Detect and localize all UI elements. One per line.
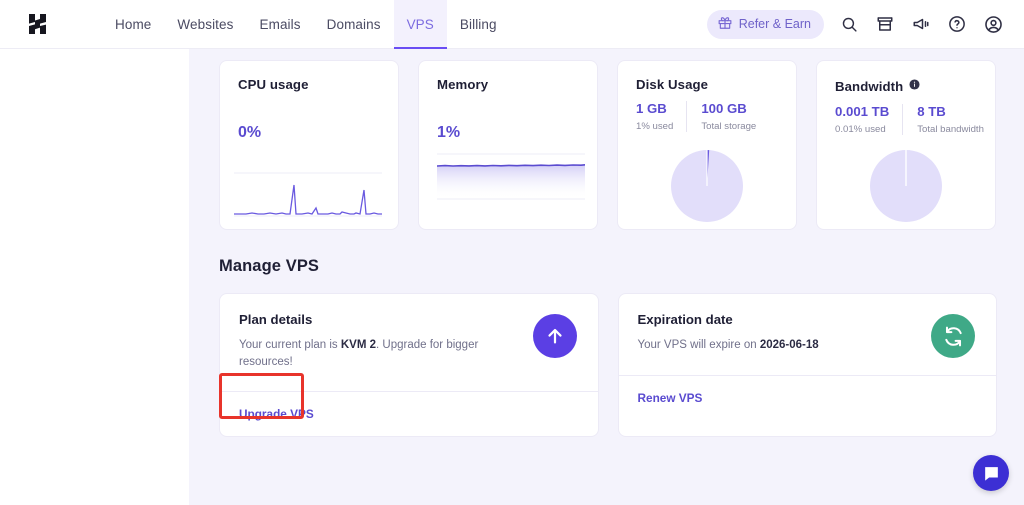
cpu-usage-value: 0% [238, 124, 380, 142]
chat-bubble-glyph [982, 464, 1001, 483]
bandwidth-total-value: 8 TB [917, 104, 984, 119]
bandwidth-chart-wrap [817, 147, 995, 225]
renew-vps-link[interactable]: Renew VPS [638, 391, 703, 405]
cpu-usage-card: CPU usage 0% [219, 60, 399, 230]
bandwidth-used-value: 0.001 TB [835, 104, 889, 119]
disk-usage-stats: 1 GB 1% used 100 GB Total storage [636, 101, 778, 132]
disk-usage-title-row: Disk Usage [636, 77, 778, 92]
upgrade-vps-link[interactable]: Upgrade VPS [239, 407, 314, 421]
memory-card: Memory 1% [418, 60, 598, 230]
disk-used-value: 1 GB [636, 101, 673, 116]
bandwidth-stats: 0.001 TB 0.01% used 8 TB Total bandwidth [835, 104, 977, 135]
expiration-date-description: Your VPS will expire on 2026-06-18 [638, 337, 928, 354]
nav-link-websites-label: Websites [177, 17, 233, 32]
refresh-circle-icon [931, 314, 975, 358]
nav-link-vps[interactable]: VPS [394, 0, 447, 49]
expiration-date-title: Expiration date [638, 312, 978, 327]
memory-area-chart [437, 149, 585, 203]
nav-link-billing[interactable]: Billing [447, 0, 510, 49]
disk-usage-card: Disk Usage 1 GB 1% used 100 GB Total sto… [617, 60, 797, 230]
nav-right-actions: Refer & Earn [707, 10, 1004, 39]
store-icon[interactable] [874, 13, 896, 35]
expiration-desc-prefix: Your VPS will expire on [638, 339, 760, 351]
main-content-area: CPU usage 0% Memory 1% [189, 49, 1024, 505]
help-circle-icon[interactable] [946, 13, 968, 35]
memory-title: Memory [437, 77, 579, 92]
disk-usage-title: Disk Usage [636, 77, 708, 92]
nav-link-home-label: Home [115, 17, 151, 32]
bandwidth-pie-chart [867, 147, 945, 225]
bandwidth-card: Bandwidth 0.001 TB 0.01% used 8 TB Total… [816, 60, 996, 230]
bandwidth-total-stat: 8 TB Total bandwidth [902, 104, 984, 135]
vps-dashboard-page: Home Websites Emails Domains VPS Billing… [0, 0, 1024, 505]
plan-details-body: Plan details Your current plan is KVM 2.… [220, 294, 598, 391]
manage-vps-panels: Plan details Your current plan is KVM 2.… [189, 276, 1024, 437]
bandwidth-used-label: 0.01% used [835, 124, 889, 135]
plan-desc-prefix: Your current plan is [239, 339, 341, 351]
search-icon[interactable] [838, 13, 860, 35]
cpu-usage-sparkline [232, 161, 388, 223]
refer-and-earn-button[interactable]: Refer & Earn [707, 10, 824, 39]
expiration-date-value: 2026-06-18 [760, 339, 819, 351]
disk-total-value: 100 GB [701, 101, 756, 116]
plan-details-panel: Plan details Your current plan is KVM 2.… [219, 293, 599, 437]
account-circle-icon[interactable] [982, 13, 1004, 35]
bandwidth-title-row: Bandwidth [835, 77, 977, 95]
plan-details-title: Plan details [239, 312, 579, 327]
resource-stats-row: CPU usage 0% Memory 1% [189, 49, 1024, 230]
plan-name: KVM 2 [341, 339, 376, 351]
memory-value: 1% [437, 124, 579, 142]
nav-link-billing-label: Billing [460, 17, 497, 32]
manage-vps-section-title: Manage VPS [219, 257, 1024, 276]
plan-details-footer: Upgrade VPS [220, 391, 598, 436]
megaphone-icon[interactable] [910, 13, 932, 35]
chat-bubble-icon[interactable] [973, 455, 1009, 491]
nav-link-domains[interactable]: Domains [314, 0, 394, 49]
arrow-up-circle-icon [533, 314, 577, 358]
nav-link-vps-label: VPS [407, 17, 434, 32]
bandwidth-used-stat: 0.001 TB 0.01% used [835, 104, 902, 135]
disk-usage-chart-wrap [618, 147, 796, 225]
hostinger-h-logo-icon[interactable] [22, 10, 58, 38]
nav-link-domains-label: Domains [327, 17, 381, 32]
info-icon[interactable] [909, 77, 920, 95]
disk-used-label: 1% used [636, 121, 673, 132]
expiration-date-body: Expiration date Your VPS will expire on … [619, 294, 997, 375]
main-nav-links: Home Websites Emails Domains VPS Billing [102, 0, 510, 49]
cpu-usage-title: CPU usage [238, 77, 380, 92]
disk-total-label: Total storage [701, 121, 756, 132]
gift-icon [718, 16, 732, 33]
nav-link-websites[interactable]: Websites [164, 0, 246, 49]
nav-link-home[interactable]: Home [102, 0, 164, 49]
disk-used-stat: 1 GB 1% used [636, 101, 686, 132]
disk-usage-pie-chart [668, 147, 746, 225]
bandwidth-title: Bandwidth [835, 79, 903, 94]
disk-total-stat: 100 GB Total storage [686, 101, 756, 132]
expiration-date-panel: Expiration date Your VPS will expire on … [618, 293, 998, 437]
nav-link-emails[interactable]: Emails [247, 0, 314, 49]
refer-and-earn-label: Refer & Earn [739, 17, 811, 31]
top-navigation-bar: Home Websites Emails Domains VPS Billing… [0, 0, 1024, 49]
expiration-date-footer: Renew VPS [619, 375, 997, 420]
nav-link-emails-label: Emails [260, 17, 301, 32]
bandwidth-total-label: Total bandwidth [917, 124, 984, 135]
plan-details-description: Your current plan is KVM 2. Upgrade for … [239, 337, 529, 370]
